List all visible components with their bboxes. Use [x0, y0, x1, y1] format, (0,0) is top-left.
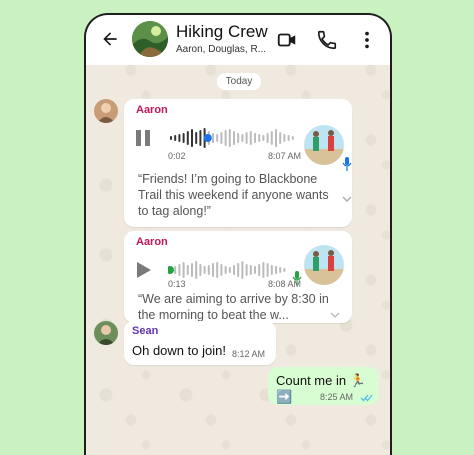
waveform-bar	[191, 129, 193, 147]
voice-elapsed: 0:02	[168, 151, 186, 161]
waveform-bar	[262, 135, 265, 141]
waveform-bar	[203, 266, 206, 274]
outgoing-message-bubble[interactable]: Count me in 🏃➡️ 8:25 AM	[268, 367, 379, 405]
waveform-bar	[266, 133, 269, 143]
waveform-bar	[178, 134, 181, 142]
waveform-bar	[275, 129, 277, 147]
waveform-bar	[228, 267, 231, 273]
waveform-bar	[258, 134, 261, 142]
chevron-down-icon[interactable]	[342, 195, 352, 203]
waveform-bar	[178, 264, 181, 276]
sender-name: Aaron	[136, 104, 168, 116]
waveform-bar	[195, 261, 198, 279]
waveform-bar	[249, 265, 252, 275]
waveform-bar	[237, 263, 240, 277]
message-time: 8:25 AM	[320, 392, 354, 402]
voice-message-bubble[interactable]: Aaron 0:02 8:07 AM “Friends! I’m going t…	[124, 99, 352, 227]
waveform-bar	[258, 264, 261, 276]
waveform-bar	[291, 136, 294, 140]
playhead-dot[interactable]	[203, 134, 212, 142]
outgoing-text: Count me in	[276, 373, 347, 388]
message-text: Oh down to join!	[132, 343, 226, 358]
chevron-down-icon[interactable]	[330, 311, 340, 319]
waveform-bar	[186, 131, 189, 145]
waveform-bar	[220, 132, 223, 144]
waveform-bar	[283, 134, 286, 142]
pause-icon[interactable]	[132, 127, 154, 149]
sender-avatar-sean[interactable]	[94, 321, 118, 345]
waveform-bar	[245, 132, 248, 144]
chat-header: Hiking Crew Aaron, Douglas, R...	[86, 15, 390, 65]
waveform-bar	[254, 266, 256, 274]
message-time: 8:07 AM	[268, 151, 302, 161]
waveform-bar	[224, 130, 227, 146]
waveform-bar	[279, 132, 282, 144]
waveform-bar	[191, 263, 193, 277]
waveform-bar	[270, 265, 273, 275]
waveform-bar	[220, 264, 223, 276]
waveform-bar	[182, 133, 185, 143]
more-options-icon[interactable]	[356, 29, 378, 51]
waveform-bar	[170, 136, 172, 140]
waveform-bar	[216, 262, 219, 278]
voice-waveform[interactable]	[168, 127, 298, 149]
video-call-icon[interactable]	[276, 29, 298, 51]
voice-transcript[interactable]: “Friends! I’m going to Blackbone Trail t…	[138, 171, 338, 219]
back-arrow-icon[interactable]	[100, 29, 120, 49]
voice-sender-photo	[304, 245, 344, 285]
phone-call-icon[interactable]	[316, 29, 338, 51]
waveform-bar	[249, 131, 252, 145]
waveform-bar	[228, 129, 231, 147]
sender-name: Sean	[132, 325, 159, 337]
text-message-bubble[interactable]: Sean Oh down to join! 8:12 AM	[124, 321, 276, 365]
waveform-bar	[254, 133, 256, 143]
waveform-bar	[174, 135, 177, 141]
voice-elapsed: 0:13	[168, 279, 186, 289]
playhead-dot[interactable]	[168, 266, 174, 274]
waveform-bar	[216, 134, 219, 142]
sender-avatar-aaron[interactable]	[94, 99, 118, 123]
message-time: 8:12 AM	[232, 349, 266, 359]
waveform-bar	[237, 133, 240, 143]
chat-participants[interactable]: Aaron, Douglas, R...	[176, 44, 266, 55]
waveform-bar	[241, 261, 244, 279]
waveform-bar	[182, 262, 185, 278]
waveform-bar	[245, 264, 248, 276]
waveform-bar	[224, 266, 227, 274]
waveform-bar	[275, 266, 277, 274]
voice-transcript[interactable]: “We are aiming to arrive by 8:30 in the …	[138, 291, 344, 323]
waveform-bar	[199, 264, 202, 276]
phone-frame: Hiking Crew Aaron, Douglas, R... Today A…	[84, 13, 392, 455]
mic-icon	[292, 271, 302, 285]
waveform-bar	[270, 131, 273, 145]
waveform-bar	[233, 131, 235, 145]
date-separator: Today	[217, 73, 261, 90]
read-receipt-icon	[360, 394, 373, 402]
chat-title[interactable]: Hiking Crew	[176, 22, 268, 42]
waveform-bar	[287, 135, 290, 141]
waveform-bar	[266, 263, 269, 277]
waveform-bar	[195, 132, 198, 144]
group-avatar[interactable]	[132, 21, 168, 57]
waveform-bar	[283, 268, 286, 272]
waveform-bar	[212, 263, 214, 277]
voice-sender-photo	[304, 125, 344, 165]
waveform-bar	[186, 265, 189, 275]
waveform-bar	[174, 266, 177, 274]
waveform-bar	[262, 262, 265, 278]
waveform-bar	[233, 265, 235, 275]
waveform-bar	[241, 134, 244, 142]
play-icon[interactable]	[132, 259, 154, 281]
mic-icon	[342, 157, 352, 171]
sender-name: Aaron	[136, 236, 168, 248]
waveform-bar	[199, 130, 202, 146]
waveform-bar	[212, 133, 214, 143]
waveform-bar	[279, 267, 282, 273]
waveform-bar	[207, 265, 210, 275]
voice-waveform[interactable]	[168, 259, 298, 281]
voice-message-bubble[interactable]: Aaron 0:13 8:08 AM “We are aiming to arr…	[124, 231, 352, 323]
